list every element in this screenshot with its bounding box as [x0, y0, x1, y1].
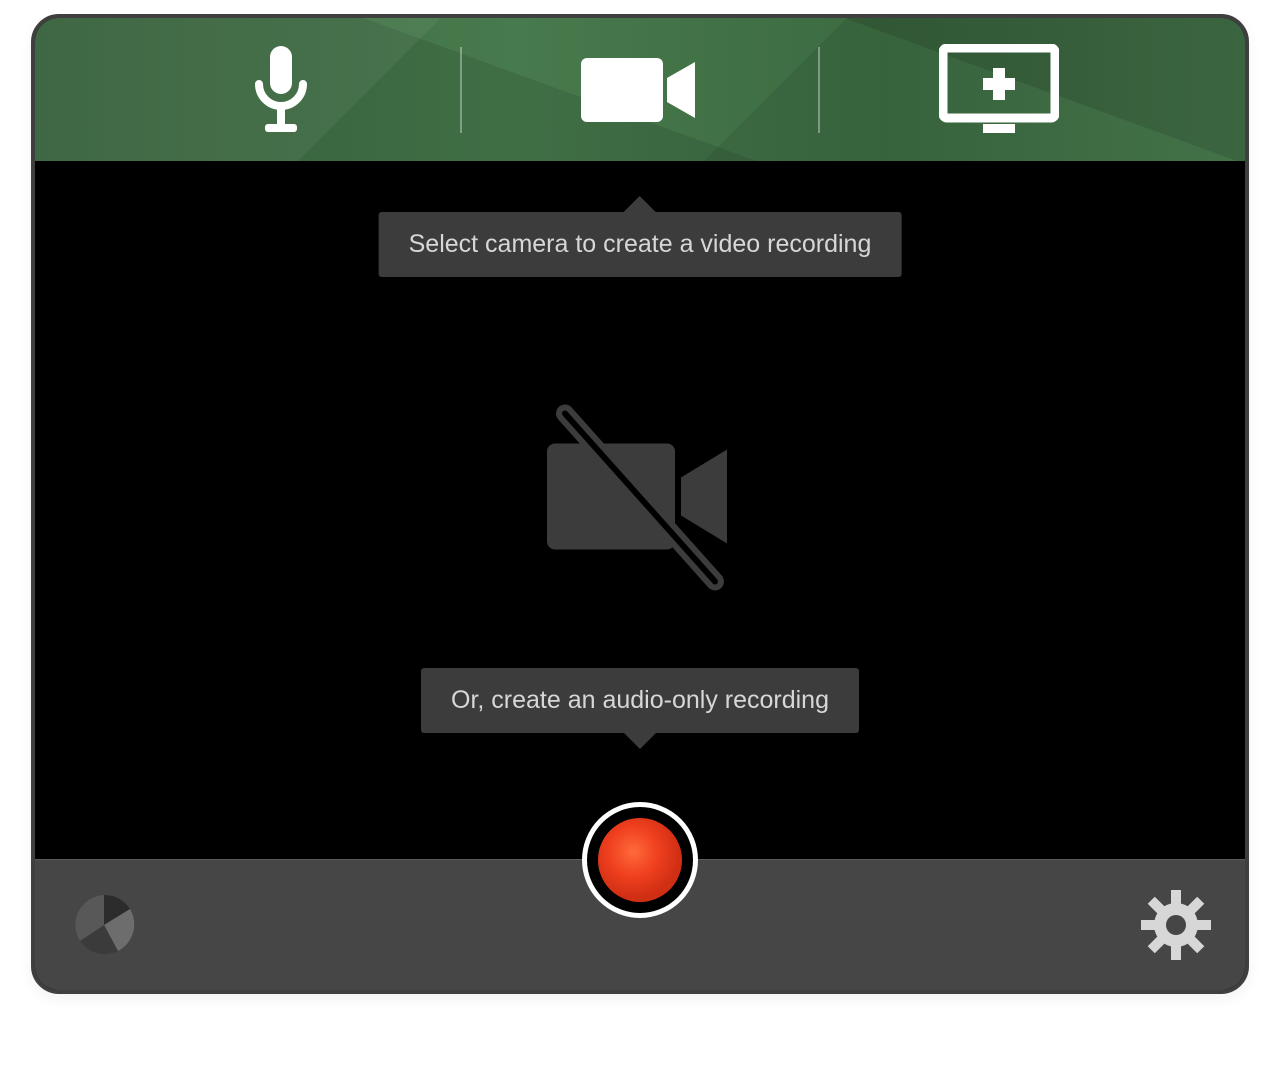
add-screen-icon [939, 44, 1059, 136]
recorder-window: Select camera to create a video recordin… [31, 14, 1249, 994]
video-camera-off-icon [525, 399, 755, 600]
record-button[interactable] [582, 802, 698, 918]
gear-icon [1141, 890, 1211, 965]
video-camera-icon [581, 54, 699, 126]
tab-audio[interactable] [103, 18, 460, 161]
tab-video[interactable] [462, 18, 819, 161]
mode-toolbar [35, 18, 1245, 161]
app-logo-button[interactable] [61, 884, 147, 970]
microphone-icon [253, 46, 309, 134]
panopto-logo-icon [68, 889, 140, 966]
tooltip-audio-only: Or, create an audio-only recording [421, 668, 859, 733]
tab-screen[interactable] [820, 18, 1177, 161]
settings-button[interactable] [1133, 884, 1219, 970]
tooltip-select-camera: Select camera to create a video recordin… [379, 212, 902, 277]
